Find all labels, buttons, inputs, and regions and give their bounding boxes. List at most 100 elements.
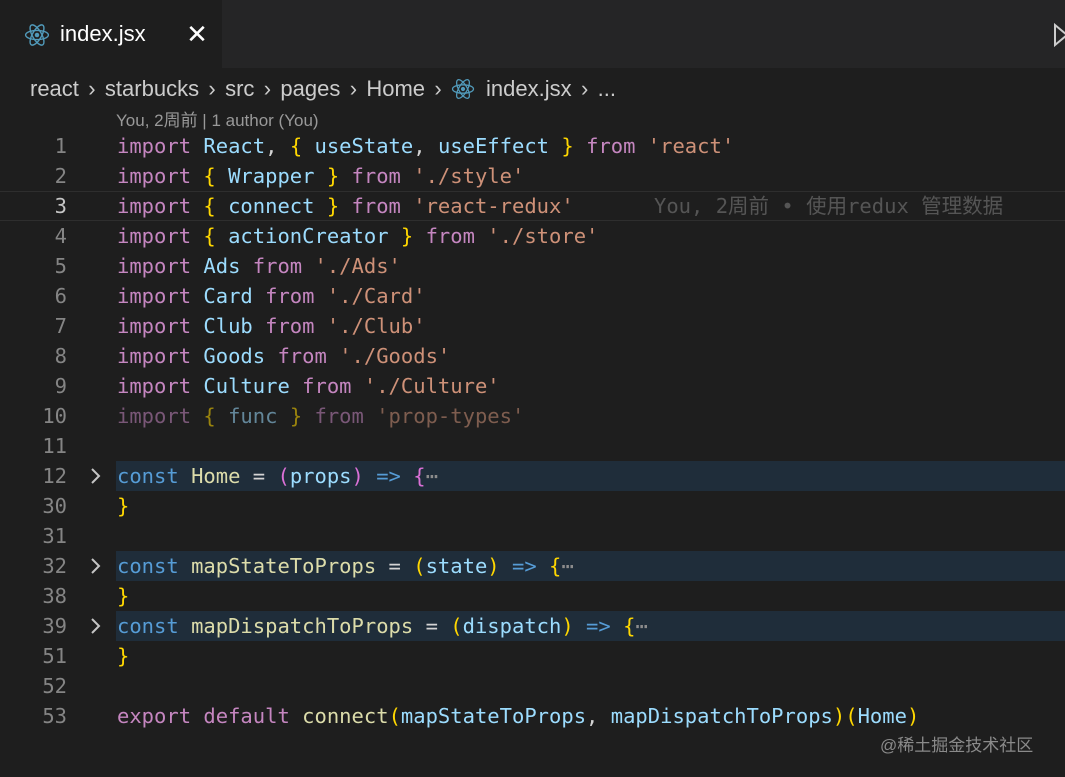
blame-codelens[interactable]: You, 2周前 | 1 author (You): [116, 106, 319, 131]
code-line[interactable]: 38}: [0, 581, 1065, 611]
code-token: './style': [413, 164, 525, 188]
chevron-right-icon[interactable]: [86, 611, 106, 641]
code-line[interactable]: 8 import Goods from './Goods': [0, 341, 1065, 371]
code-token: ): [906, 704, 920, 728]
code-line[interactable]: 11: [0, 431, 1065, 461]
breadcrumb-item-file[interactable]: index.jsx: [451, 76, 572, 102]
code-token: import: [117, 344, 192, 368]
code-token: useState: [314, 134, 414, 158]
watermark: @稀土掘金技术社区: [880, 736, 1034, 755]
code-token: connect: [302, 704, 389, 728]
line-number: 30: [42, 494, 67, 518]
code-line[interactable]: 6 import Card from './Card': [0, 281, 1065, 311]
code-token: mapStateToProps: [400, 704, 587, 728]
run-icon[interactable]: [1052, 22, 1065, 48]
code-line[interactable]: 51}: [0, 641, 1065, 671]
code-token: from: [425, 224, 475, 248]
line-number: 38: [42, 584, 67, 608]
code-token: default: [203, 704, 290, 728]
breadcrumb-item-symbols[interactable]: ...: [598, 76, 616, 102]
code-token: Culture: [203, 374, 290, 398]
code-token: useEffect: [437, 134, 550, 158]
code-line[interactable]: 52: [0, 671, 1065, 701]
breadcrumb-item-pages[interactable]: pages: [280, 76, 340, 102]
code-text: import { actionCreator } from './store': [117, 221, 598, 251]
code-line[interactable]: 32 const mapStateToProps = (state) => {⋯: [0, 551, 1065, 581]
code-line[interactable]: 5 import Ads from './Ads': [0, 251, 1065, 281]
code-token: }: [326, 194, 340, 218]
code-token: import: [117, 224, 192, 248]
line-number: 7: [54, 314, 67, 338]
code-line[interactable]: 10 import { func } from 'prop-types': [0, 401, 1065, 431]
breadcrumb-item-home[interactable]: Home: [366, 76, 425, 102]
code-line[interactable]: 9 import Culture from './Culture': [0, 371, 1065, 401]
code-line[interactable]: 1 import React, { useState, useEffect } f…: [0, 131, 1065, 161]
breadcrumb-item-starbucks[interactable]: starbucks: [105, 76, 199, 102]
code-token: import: [117, 254, 192, 278]
code-token: ,: [586, 704, 611, 728]
line-number: 5: [54, 254, 67, 278]
code-line[interactable]: 12 const Home = (props) => {⋯: [0, 461, 1065, 491]
code-token: from: [302, 374, 352, 398]
tab-index-jsx[interactable]: index.jsx ✕: [0, 0, 222, 68]
code-text: import Ads from './Ads': [117, 251, 401, 281]
chevron-right-icon[interactable]: [86, 461, 106, 491]
code-token: import: [117, 314, 192, 338]
code-line[interactable]: 39 const mapDispatchToProps = (dispatch) …: [0, 611, 1065, 641]
line-number: 10: [42, 404, 67, 428]
code-editor[interactable]: 1 import React, { useState, useEffect } f…: [0, 131, 1065, 731]
tab-title: index.jsx: [60, 21, 146, 46]
close-icon[interactable]: ✕: [183, 20, 211, 48]
breadcrumb-item-src[interactable]: src: [225, 76, 254, 102]
code-line[interactable]: 2 import { Wrapper } from './style': [0, 161, 1065, 191]
code-token: (: [450, 614, 463, 638]
line-number: 1: [54, 134, 67, 158]
code-token: {: [289, 134, 303, 158]
code-token: ): [832, 704, 846, 728]
code-text: import Culture from './Culture': [117, 371, 500, 401]
code-token: from: [586, 134, 636, 158]
code-token: Card: [203, 284, 253, 308]
code-token: }: [289, 404, 303, 428]
code-line[interactable]: 31: [0, 521, 1065, 551]
code-token: ,: [265, 134, 290, 158]
code-token: ⋯: [635, 614, 648, 638]
line-number: 3: [54, 194, 67, 218]
code-token: './Ads': [314, 254, 401, 278]
code-token: =>: [511, 554, 537, 578]
code-line[interactable]: 30}: [0, 491, 1065, 521]
code-text: import Goods from './Goods': [117, 341, 450, 371]
code-token: dispatch: [462, 614, 562, 638]
code-line[interactable]: 3 import { connect } from 'react-redux' Yo…: [0, 191, 1065, 221]
code-token: Wrapper: [228, 164, 315, 188]
line-number: 6: [54, 284, 67, 308]
code-token: ): [351, 464, 364, 488]
code-line[interactable]: 7 import Club from './Club': [0, 311, 1065, 341]
chevron-right-icon: ›: [208, 76, 216, 101]
code-text: }: [117, 491, 129, 521]
react-icon: [451, 79, 475, 99]
code-token: from: [265, 314, 315, 338]
breadcrumb-item-react[interactable]: react: [30, 76, 79, 102]
chevron-right-icon[interactable]: [86, 551, 106, 581]
code-line[interactable]: 4 import { actionCreator } from './store': [0, 221, 1065, 251]
code-token: export: [117, 704, 192, 728]
code-line[interactable]: 53 export default connect(mapStateToProps…: [0, 701, 1065, 731]
code-token: props: [289, 464, 352, 488]
